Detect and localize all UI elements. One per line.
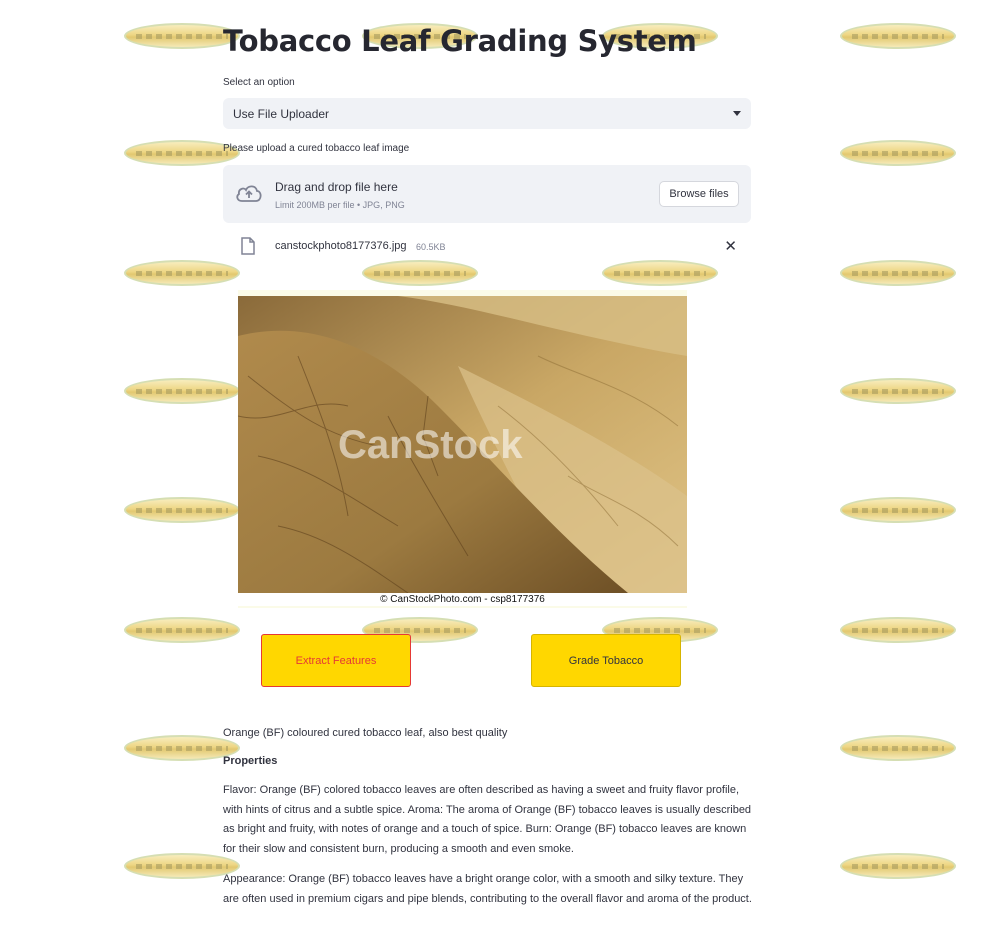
tobacco-leaf-image: CanStock: [238, 296, 687, 593]
select-label: Select an option: [223, 77, 295, 88]
image-caption: © CanStockPhoto.com - csp8177376: [238, 593, 687, 606]
background-badge: [124, 378, 240, 404]
background-badge: [840, 260, 956, 286]
background-badge: [840, 497, 956, 523]
chevron-down-icon: [733, 111, 741, 116]
background-badge: [840, 140, 956, 166]
file-icon: [241, 237, 255, 255]
background-badge: [362, 260, 478, 286]
background-badge: [840, 853, 956, 879]
dropzone-limit: Limit 200MB per file • JPG, PNG: [275, 200, 405, 210]
file-dropzone[interactable]: Drag and drop file here Limit 200MB per …: [223, 165, 751, 223]
background-badge: [124, 617, 240, 643]
background-badge: [840, 617, 956, 643]
page-title: Tobacco Leaf Grading System: [223, 24, 697, 58]
uploaded-file-row: canstockphoto8177376.jpg 60.5KB ✕: [223, 233, 751, 259]
properties-paragraph-2: Appearance: Orange (BF) tobacco leaves h…: [223, 873, 752, 905]
background-badge: [840, 23, 956, 49]
background-badge: [840, 378, 956, 404]
background-badge: [124, 260, 240, 286]
background-badge: [840, 735, 956, 761]
background-badge: [124, 497, 240, 523]
option-select[interactable]: Use File Uploader: [223, 98, 751, 129]
grade-summary: Orange (BF) coloured cured tobacco leaf,…: [223, 727, 508, 739]
image-watermark: CanStock: [338, 423, 523, 467]
dropzone-instructions: Drag and drop file here: [275, 180, 398, 194]
grade-tobacco-button[interactable]: Grade Tobacco: [531, 634, 681, 687]
uploaded-image-frame: CanStock © CanStockPhoto.com - csp817737…: [238, 290, 687, 608]
background-badge: [602, 260, 718, 286]
properties-heading: Properties: [223, 755, 278, 767]
uploaded-file-name: canstockphoto8177376.jpg: [275, 240, 407, 252]
option-select-value: Use File Uploader: [233, 106, 330, 121]
remove-file-button[interactable]: ✕: [724, 237, 737, 255]
uploader-label: Please upload a cured tobacco leaf image: [223, 143, 410, 154]
properties-paragraph-1: Flavor: Orange (BF) colored tobacco leav…: [223, 784, 752, 855]
browse-files-button[interactable]: Browse files: [659, 181, 739, 207]
uploaded-file-size: 60.5KB: [416, 242, 446, 252]
cloud-upload-icon: [236, 185, 262, 202]
extract-features-button[interactable]: Extract Features: [261, 634, 411, 687]
